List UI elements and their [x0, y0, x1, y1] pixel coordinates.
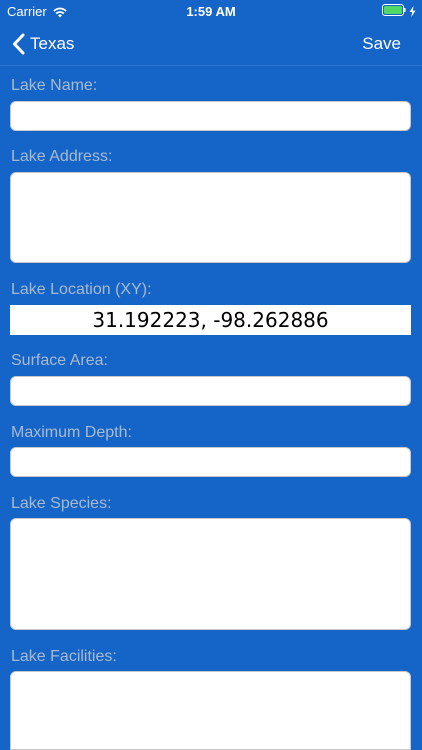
bolt-icon [409, 5, 416, 17]
lake-address-input[interactable] [10, 172, 411, 263]
lake-species-input[interactable] [10, 518, 411, 630]
status-time: 1:59 AM [186, 4, 236, 19]
back-button-label: Texas [30, 33, 75, 53]
lake-location-value: 31.192223, -98.262886 [10, 305, 411, 335]
back-button[interactable]: Texas [12, 22, 74, 65]
lake-facilities-input[interactable] [10, 671, 411, 750]
lake-name-label: Lake Name: [11, 77, 98, 94]
status-right [382, 4, 416, 17]
surface-area-label: Surface Area: [11, 352, 108, 369]
chevron-left-icon [12, 33, 25, 55]
lake-location-label: Lake Location (XY): [11, 281, 152, 298]
lake-species-label: Lake Species: [11, 495, 112, 512]
status-bar: Carrier 1:59 AM [0, 0, 422, 22]
lake-address-label: Lake Address: [11, 148, 113, 165]
save-button[interactable]: Save [362, 22, 401, 65]
maximum-depth-input[interactable] [10, 447, 411, 477]
maximum-depth-label: Maximum Depth: [11, 424, 132, 441]
navigation-bar: Texas Save [0, 22, 422, 66]
battery-icon [382, 4, 406, 16]
lake-facilities-label: Lake Facilities: [11, 648, 117, 665]
surface-area-input[interactable] [10, 376, 411, 406]
lake-name-input[interactable] [10, 101, 411, 131]
